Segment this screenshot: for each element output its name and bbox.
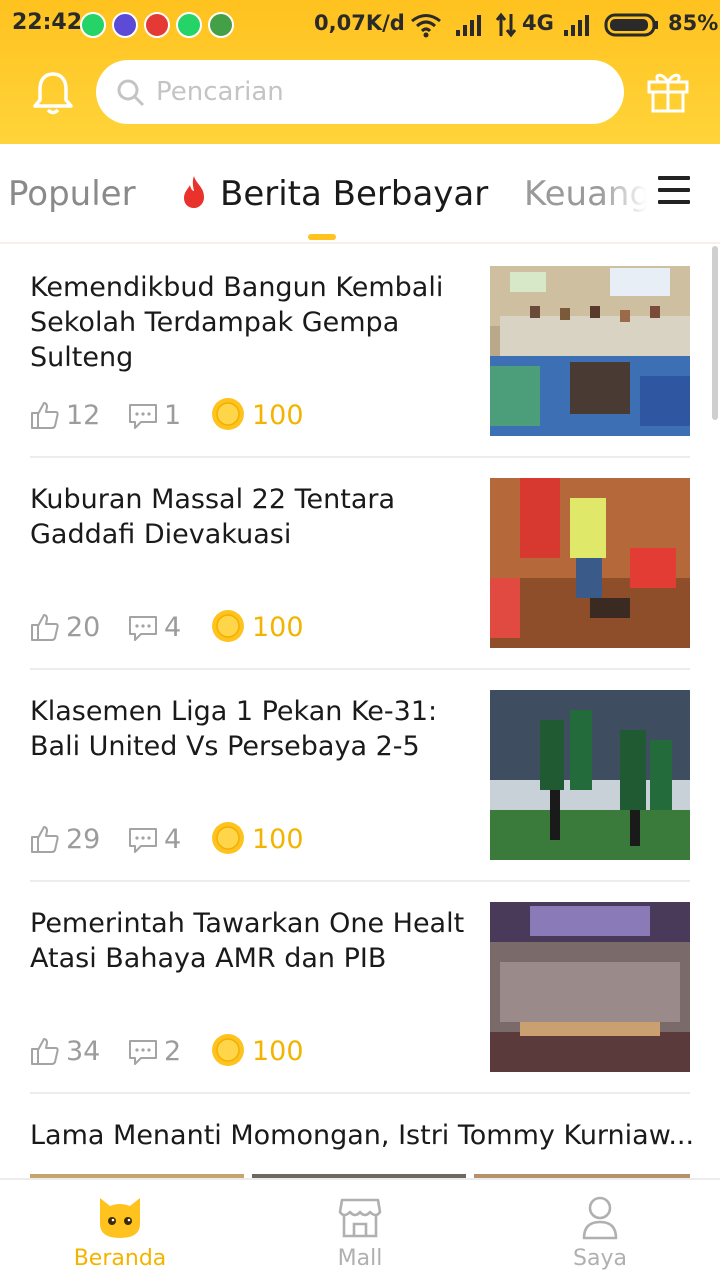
news-item[interactable]: Lama Menanti Momongan, Istri Tommy Kurni… [30, 1094, 694, 1178]
coin-reward: 100 [252, 1036, 304, 1067]
news-title[interactable]: Lama Menanti Momongan, Istri Tommy Kurni… [30, 1118, 694, 1153]
thumbs-up-icon[interactable] [30, 612, 60, 642]
status-bar: 22:42 0,07K/d 4G 85% [0, 0, 720, 50]
signal-icon [564, 15, 589, 36]
coin-icon [212, 398, 244, 430]
like-count: 20 [66, 612, 101, 643]
comment-icon[interactable] [128, 402, 158, 430]
coin-icon [212, 610, 244, 642]
store-icon [338, 1198, 382, 1238]
comment-count: 4 [164, 824, 182, 855]
coin-reward: 100 [252, 400, 304, 431]
tab-active-indicator [308, 234, 336, 240]
cat-icon [208, 12, 234, 38]
news-meta: 12 1 100 [30, 396, 470, 436]
menu-icon[interactable] [658, 176, 690, 204]
nav-label: Mall [337, 1246, 383, 1271]
data-arrows-icon [495, 12, 517, 38]
app-header: 22:42 0,07K/d 4G 85% Pencarian [0, 0, 720, 144]
category-tabs: Populer Berita Berbayar Keuangan [0, 144, 720, 244]
conference-photo[interactable] [490, 902, 690, 1072]
status-speed: 0,07K/d [314, 11, 405, 35]
comment-count: 1 [164, 400, 182, 431]
comment-count: 2 [164, 1036, 182, 1067]
like-count: 34 [66, 1036, 101, 1067]
whatsapp-icon [176, 12, 202, 38]
news-meta: 20 4 100 [30, 608, 470, 648]
football-photo[interactable] [490, 690, 690, 860]
tab-populer[interactable]: Populer [8, 174, 136, 214]
nav-label: Beranda [73, 1246, 167, 1271]
gift-icon[interactable] [646, 68, 690, 114]
search-icon [117, 79, 145, 107]
wifi-icon [411, 14, 441, 38]
coin-icon [212, 1034, 244, 1066]
comment-icon[interactable] [128, 1038, 158, 1066]
user-icon [582, 1196, 618, 1240]
comment-count: 4 [164, 612, 182, 643]
signal-icon [456, 15, 481, 36]
news-title[interactable]: Pemerintah Tawarkan One Healt Atasi Baha… [30, 906, 470, 976]
bottom-navigation: Beranda Mall Saya [0, 1178, 720, 1280]
whatsapp-icon [80, 12, 106, 38]
like-count: 29 [66, 824, 101, 855]
coin-reward: 100 [252, 824, 304, 855]
news-item[interactable]: Kuburan Massal 22 Tentara Gaddafi Dievak… [30, 458, 690, 670]
coin-reward: 100 [252, 612, 304, 643]
thumbs-up-icon[interactable] [30, 400, 60, 430]
news-feed[interactable]: Kemendikbud Bangun Kembali Sekolah Terda… [0, 246, 720, 1178]
news-item[interactable]: Klasemen Liga 1 Pekan Ke-31: Bali United… [30, 670, 690, 882]
news-meta: 34 2 100 [30, 1032, 470, 1072]
nav-saya[interactable]: Saya [480, 1180, 720, 1280]
news-title[interactable]: Kemendikbud Bangun Kembali Sekolah Terda… [30, 270, 470, 375]
tab-fade [600, 164, 652, 224]
game-icon [112, 12, 138, 38]
status-network: 4G [522, 11, 554, 35]
search-bar[interactable]: Pencarian [96, 60, 624, 124]
thumbs-up-icon[interactable] [30, 1036, 60, 1066]
scrollbar[interactable] [712, 246, 718, 420]
status-time: 22:42 [12, 10, 83, 35]
video-icon [144, 12, 170, 38]
status-battery: 85% [668, 11, 719, 35]
comment-icon[interactable] [128, 826, 158, 854]
news-title[interactable]: Kuburan Massal 22 Tentara Gaddafi Dievak… [30, 482, 470, 552]
classroom-photo[interactable] [490, 266, 690, 436]
news-item[interactable]: Kemendikbud Bangun Kembali Sekolah Terda… [30, 246, 690, 458]
news-title[interactable]: Klasemen Liga 1 Pekan Ke-31: Bali United… [30, 694, 470, 764]
nav-label: Saya [573, 1246, 627, 1271]
like-count: 12 [66, 400, 101, 431]
nav-beranda[interactable]: Beranda [0, 1180, 240, 1280]
thumbs-up-icon[interactable] [30, 824, 60, 854]
news-meta: 29 4 100 [30, 820, 470, 860]
comment-icon[interactable] [128, 614, 158, 642]
fire-icon [184, 176, 204, 208]
battery-icon [604, 13, 658, 37]
tab-berita-berbayar[interactable]: Berita Berbayar [220, 174, 488, 214]
cat-home-icon [100, 1198, 140, 1238]
coin-icon [212, 822, 244, 854]
search-input[interactable]: Pencarian [156, 77, 284, 107]
news-item[interactable]: Pemerintah Tawarkan One Healt Atasi Baha… [30, 882, 690, 1094]
nav-mall[interactable]: Mall [240, 1180, 480, 1280]
bell-icon[interactable] [32, 70, 74, 116]
excavation-photo[interactable] [490, 478, 690, 648]
